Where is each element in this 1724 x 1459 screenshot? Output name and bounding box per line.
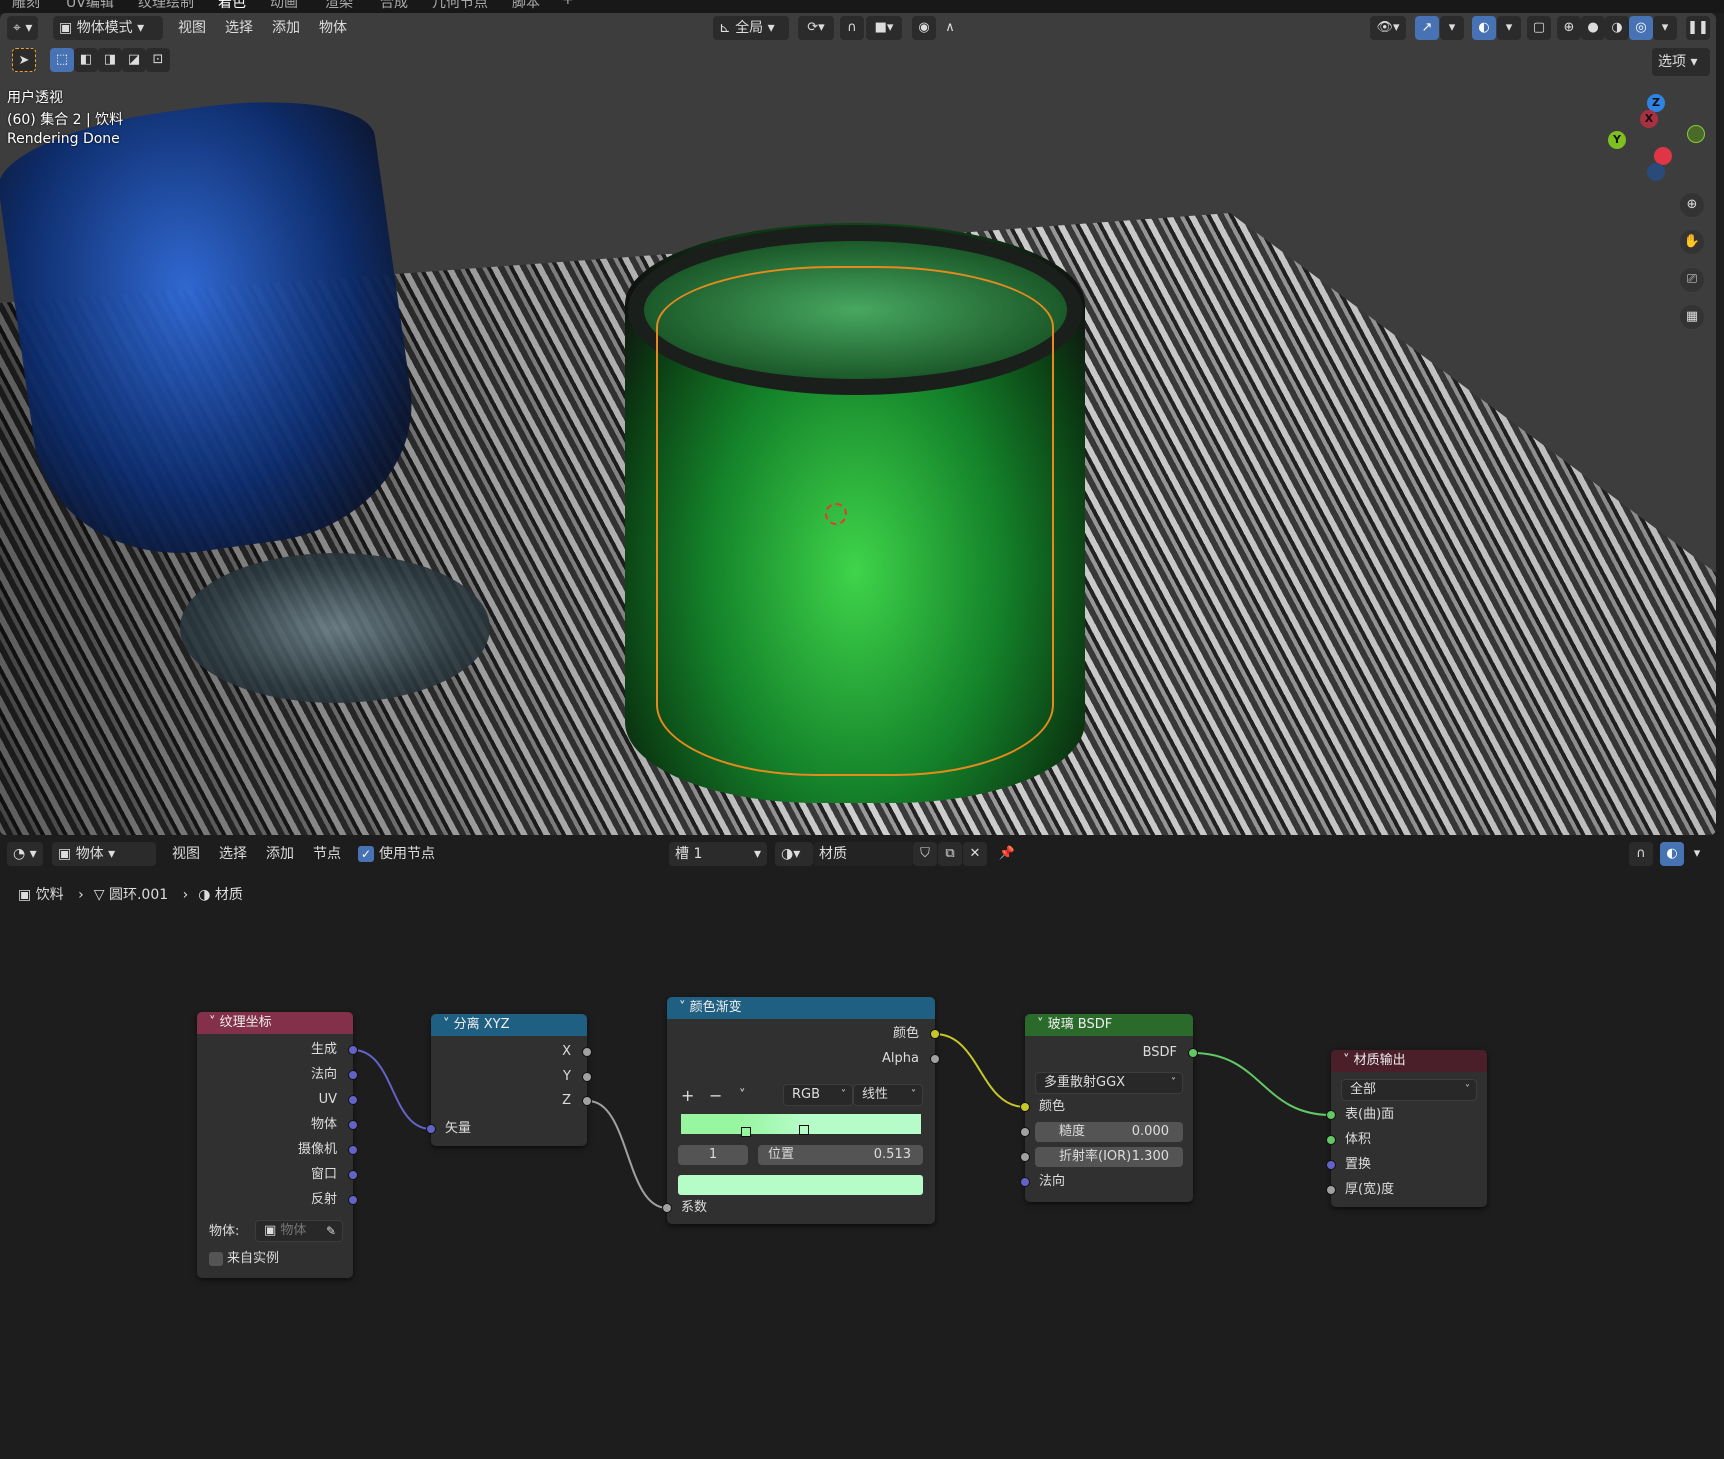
output-normal: 法向 xyxy=(310,1067,337,1082)
output-bsdf: BSDF xyxy=(1142,1045,1177,1060)
output-window: 窗口 xyxy=(310,1167,337,1182)
input-color: 颜色 xyxy=(1039,1099,1066,1114)
add-stop-icon[interactable]: + xyxy=(681,1086,694,1106)
output-x: X xyxy=(562,1044,571,1059)
socket-factor[interactable] xyxy=(662,1203,672,1213)
socket-color[interactable] xyxy=(1020,1102,1030,1112)
socket-normal[interactable] xyxy=(348,1070,358,1080)
socket-uv[interactable] xyxy=(348,1095,358,1105)
input-normal: 法向 xyxy=(1039,1174,1066,1189)
output-reflection: 反射 xyxy=(310,1192,337,1207)
output-uv: UV xyxy=(318,1092,337,1107)
node-header[interactable]: ˅ 材质输出 xyxy=(1331,1050,1487,1072)
socket-displacement[interactable] xyxy=(1326,1160,1336,1170)
from-instancer-label: 来自实例 xyxy=(227,1251,280,1266)
object-picker-field[interactable]: ▣ 物体 ✎ xyxy=(255,1220,343,1242)
eyedropper-icon[interactable]: ✎ xyxy=(326,1221,336,1241)
node-glass-bsdf[interactable]: ˅ 玻璃 BSDF BSDF 多重散射GGX ˅ 颜色 糙度 0.000 折射率(I… xyxy=(1020,1014,1198,1202)
node-header[interactable]: ˅ 颜色渐变 xyxy=(667,997,935,1019)
node-texture-coordinate[interactable]: ˅ 纹理坐标 生成 法向 UV 物体 摄像机 窗口 反射 物体: ▣ 物体 ✎ 来… xyxy=(197,1012,358,1278)
output-object: 物体 xyxy=(310,1117,337,1132)
object-label: 物体: xyxy=(209,1224,240,1239)
output-camera: 摄像机 xyxy=(297,1142,337,1157)
link-generated-vector xyxy=(352,1049,432,1130)
active-stop-index-field[interactable]: 1 xyxy=(678,1145,748,1165)
input-thickness: 厚(宽)度 xyxy=(1345,1182,1395,1197)
socket-thickness[interactable] xyxy=(1326,1185,1336,1195)
node-material-output[interactable]: ˅ 材质输出 全部 ˅ 表(曲)面 体积 置换 厚(宽)度 xyxy=(1326,1050,1487,1207)
roughness-field[interactable]: 糙度 0.000 xyxy=(1035,1122,1183,1142)
ramp-stop-0[interactable] xyxy=(741,1111,751,1137)
socket-normal[interactable] xyxy=(1020,1177,1030,1187)
node-color-ramp[interactable]: ˅ 颜色渐变 颜色 Alpha + − ˅ RGB ˅ 线性 ˅ 1 位置 0.513… xyxy=(662,997,940,1224)
ior-field[interactable]: 折射率(IOR) 1.300 xyxy=(1035,1147,1183,1167)
stop-position-field[interactable]: 位置 0.513 xyxy=(758,1145,923,1165)
ramp-stop-1[interactable] xyxy=(799,1111,809,1135)
socket-surface[interactable] xyxy=(1326,1110,1336,1120)
socket-volume[interactable] xyxy=(1326,1135,1336,1145)
output-z: Z xyxy=(562,1093,571,1108)
distribution-dropdown[interactable]: 多重散射GGX ˅ xyxy=(1035,1072,1183,1094)
socket-reflection[interactable] xyxy=(348,1195,358,1205)
socket-x[interactable] xyxy=(582,1047,592,1057)
output-generated: 生成 xyxy=(310,1042,337,1057)
socket-camera[interactable] xyxy=(348,1145,358,1155)
socket-generated[interactable] xyxy=(348,1045,358,1055)
output-color: 颜色 xyxy=(892,1026,919,1041)
node-header[interactable]: ˅ 纹理坐标 xyxy=(197,1012,353,1034)
input-surface: 表(曲)面 xyxy=(1345,1107,1395,1122)
socket-z[interactable] xyxy=(582,1096,592,1106)
input-displacement: 置换 xyxy=(1345,1157,1372,1172)
input-factor: 系数 xyxy=(681,1200,708,1215)
socket-window[interactable] xyxy=(348,1170,358,1180)
node-header[interactable]: ˅ 玻璃 BSDF xyxy=(1025,1014,1193,1036)
target-dropdown[interactable]: 全部 ˅ xyxy=(1341,1079,1477,1101)
from-instancer-checkbox[interactable] xyxy=(209,1252,223,1266)
object-icon: ▣ xyxy=(264,1223,281,1238)
node-separate-xyz[interactable]: ˅ 分离 XYZ X Y Z 矢量 xyxy=(426,1014,592,1146)
stop-color-swatch[interactable] xyxy=(678,1175,923,1195)
socket-object[interactable] xyxy=(348,1120,358,1130)
socket-roughness[interactable] xyxy=(1020,1127,1030,1137)
input-volume: 体积 xyxy=(1345,1132,1372,1147)
socket-y[interactable] xyxy=(582,1072,592,1082)
output-y: Y xyxy=(563,1069,571,1084)
link-color-color xyxy=(934,1033,1026,1108)
link-bsdf-surface xyxy=(1192,1052,1332,1116)
socket-alpha[interactable] xyxy=(930,1054,940,1064)
socket-bsdf[interactable] xyxy=(1188,1048,1198,1058)
remove-stop-icon[interactable]: − xyxy=(709,1086,722,1106)
socket-color[interactable] xyxy=(930,1029,940,1039)
output-alpha: Alpha xyxy=(882,1051,919,1066)
input-vector: 矢量 xyxy=(445,1121,472,1136)
interpolation-dropdown[interactable]: 线性 ˅ xyxy=(853,1084,923,1106)
ramp-menu-chevron-icon[interactable]: ˅ xyxy=(739,1086,746,1106)
node-header[interactable]: ˅ 分离 XYZ xyxy=(431,1014,587,1036)
color-mode-dropdown[interactable]: RGB ˅ xyxy=(783,1084,853,1106)
link-z-factor xyxy=(587,1100,668,1209)
socket-ior[interactable] xyxy=(1020,1152,1030,1162)
socket-vector[interactable] xyxy=(426,1124,436,1134)
